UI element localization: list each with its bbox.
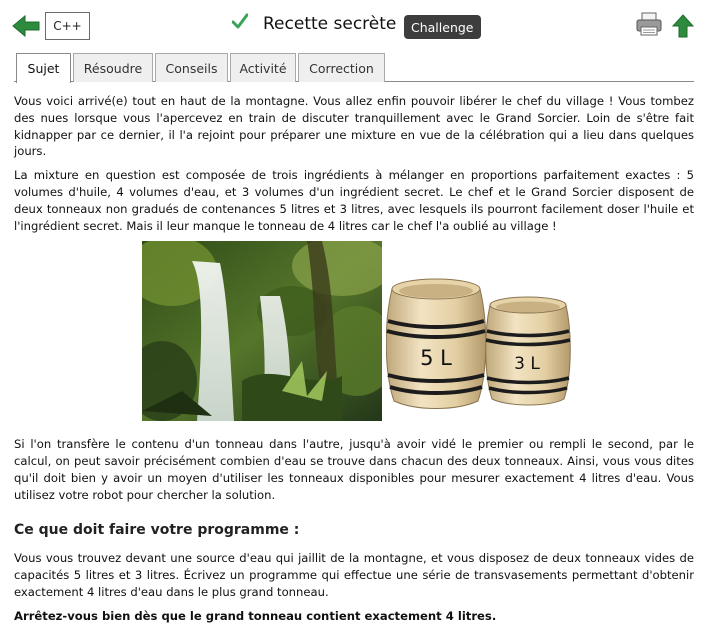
tab-correction[interactable]: Correction [298,53,385,82]
mixture-paragraph: La mixture en question est composée de t… [14,168,694,233]
barrels-image: 5 L 3 L [386,278,571,410]
page-title: Recette secrète [263,14,397,34]
illustration: 5 L 3 L [14,241,694,423]
arrow-left-icon[interactable] [12,14,40,38]
big-barrel-label: 5 L [420,346,452,370]
tab-sujet[interactable]: Sujet [16,53,71,83]
tab-resoudre[interactable]: Résoudre [73,53,153,82]
transfer-paragraph: Si l'on transfère le contenu d'un tonnea… [14,437,694,502]
checkmark-icon [232,13,248,29]
challenge-badge: Challenge [404,15,481,39]
stop-instruction: Arrêtez-vous bien dès que le grand tonne… [14,608,497,623]
arrow-up-icon[interactable] [672,14,694,38]
subject-content: Vous voici arrivé(e) tout en haut de la … [14,93,694,630]
task-paragraph: Vous vous trouvez devant une source d'ea… [14,551,694,599]
small-barrel-label: 3 L [514,354,540,374]
tab-conseils[interactable]: Conseils [155,53,228,82]
language-select[interactable]: C++ [45,12,90,40]
tab-activite[interactable]: Activité [230,53,296,82]
printer-icon[interactable] [636,12,662,36]
section-title: Ce que doit faire votre programme : [14,521,300,538]
intro-paragraph: Vous voici arrivé(e) tout en haut de la … [14,94,694,159]
waterfall-image [142,241,382,422]
tab-bar: Sujet Résoudre Conseils Activité Correct… [14,53,694,83]
top-bar: C++ Recette secrète Challenge [0,0,702,50]
